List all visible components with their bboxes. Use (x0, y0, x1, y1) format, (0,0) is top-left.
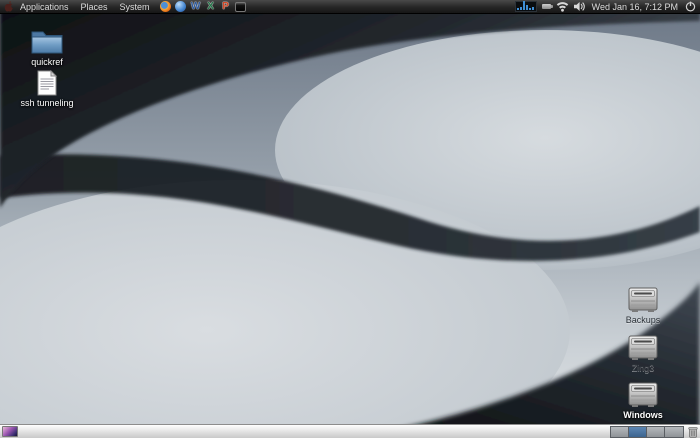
powerpoint-icon[interactable]: P (220, 1, 232, 13)
volume-icon[interactable] (574, 1, 585, 12)
top-panel: Applications Places System W X P (0, 0, 700, 14)
word-icon[interactable]: W (190, 1, 202, 13)
icon-label: Zing3 (632, 363, 655, 373)
document-icon (36, 70, 58, 96)
harddrive-icon (627, 334, 659, 361)
workspace-cell-2[interactable] (629, 427, 647, 437)
bottom-panel (0, 424, 700, 438)
menu-applications[interactable]: Applications (14, 0, 75, 14)
wallpaper[interactable] (0, 0, 700, 438)
apple-logo-icon[interactable] (4, 1, 14, 13)
harddrive-icon (627, 381, 659, 408)
desktop-icon-backups[interactable]: Backups (608, 286, 678, 325)
icon-label: quickref (31, 57, 63, 67)
system-tray: Wed Jan 16, 7:12 PM (515, 1, 696, 12)
trash-icon[interactable] (688, 426, 698, 438)
excel-icon[interactable]: X (205, 1, 217, 13)
terminal-icon[interactable] (235, 1, 247, 13)
firefox-icon[interactable] (160, 1, 172, 13)
icon-label: Windows (623, 410, 662, 420)
power-icon[interactable] (685, 1, 696, 12)
clock-applet[interactable]: Wed Jan 16, 7:12 PM (590, 2, 680, 12)
icon-label: Backups (626, 315, 661, 325)
harddrive-icon (627, 286, 659, 313)
battery-icon[interactable] (542, 4, 551, 9)
web-browser-icon[interactable] (175, 1, 187, 13)
launcher-bar: W X P (160, 1, 247, 13)
wifi-icon[interactable] (556, 1, 569, 12)
workspace-cell-4[interactable] (665, 427, 683, 437)
show-desktop-button[interactable] (2, 426, 18, 437)
desktop-icon-zing3[interactable]: Zing3 (608, 334, 678, 373)
menu-system[interactable]: System (114, 0, 156, 14)
workspace-cell-1[interactable] (611, 427, 629, 437)
workspace-cell-3[interactable] (647, 427, 665, 437)
folder-icon (30, 28, 64, 55)
desktop-icon-ssh-tunneling[interactable]: ssh tunneling (12, 70, 82, 108)
desktop-screen: Applications Places System W X P (0, 0, 700, 438)
icon-label: ssh tunneling (20, 98, 73, 108)
cpu-monitor-applet[interactable] (515, 1, 537, 12)
workspace-switcher (610, 426, 684, 438)
menu-places[interactable]: Places (75, 0, 114, 14)
desktop-icon-windows[interactable]: Windows (608, 381, 678, 420)
desktop-icon-quickref[interactable]: quickref (12, 28, 82, 67)
